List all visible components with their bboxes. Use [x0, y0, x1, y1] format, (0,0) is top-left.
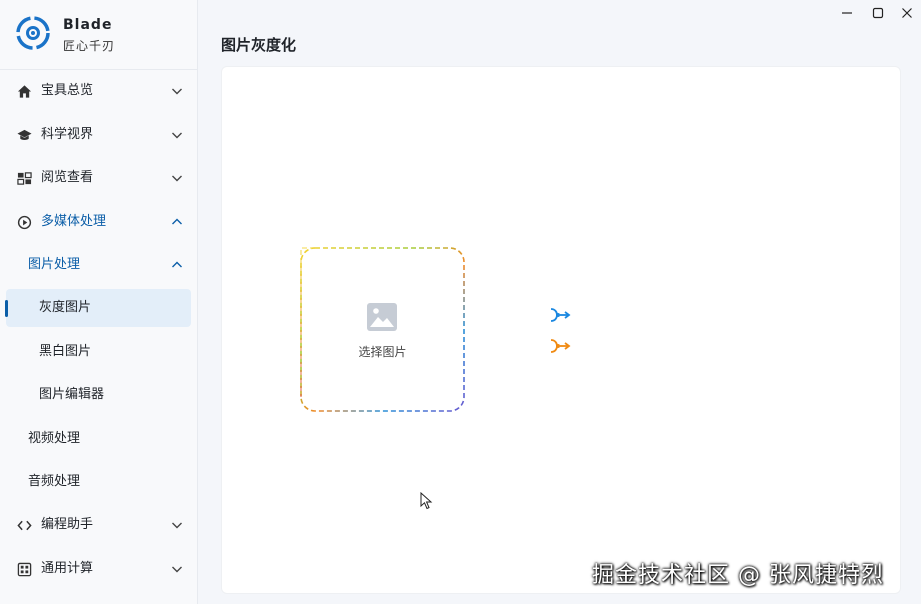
- page-title: 图片灰度化: [221, 36, 297, 54]
- chevron-down-icon: [172, 175, 182, 182]
- sidebar-item-calculation[interactable]: 通用计算: [6, 550, 191, 588]
- chevron-down-icon: [172, 88, 182, 95]
- media-play-icon: [17, 215, 32, 230]
- sidebar-item-image-processing[interactable]: 图片处理: [6, 246, 191, 284]
- image-icon: [367, 303, 397, 331]
- sidebar-item-label: 多媒体处理: [41, 214, 107, 229]
- calculator-icon: [17, 562, 32, 577]
- sidebar-item-black-white[interactable]: 黑白图片: [6, 333, 191, 371]
- sidebar-item-coding[interactable]: 编程助手: [6, 506, 191, 544]
- code-icon: [17, 520, 32, 531]
- select-image-button[interactable]: 选择图片: [300, 247, 465, 412]
- sidebar-item-label: 灰度图片: [39, 300, 92, 315]
- split-arrow-icon[interactable]: [549, 306, 571, 324]
- active-indicator: [5, 300, 8, 317]
- chevron-up-icon: [172, 218, 182, 225]
- app-name: Blade: [63, 17, 113, 33]
- sidebar-item-label: 图片处理: [28, 257, 81, 272]
- grid-view-icon: [17, 172, 32, 185]
- app-window: Blade 匠心千刃 宝具总览 科学视界 阅览查看 多媒体处理 图片处理 灰度图…: [0, 0, 921, 604]
- maximize-icon[interactable]: [870, 5, 886, 21]
- watermark-text: 掘金技术社区 @ 张风捷特烈: [592, 563, 884, 588]
- sidebar-item-label: 图片编辑器: [39, 387, 105, 402]
- chevron-down-icon: [172, 566, 182, 573]
- sidebar-item-audio[interactable]: 音频处理: [6, 463, 191, 501]
- mouse-cursor-icon: [420, 492, 433, 510]
- sidebar-item-overview[interactable]: 宝具总览: [6, 72, 191, 110]
- sidebar-item-label: 黑白图片: [39, 344, 92, 359]
- sidebar-item-science[interactable]: 科学视界: [6, 116, 191, 154]
- minimize-icon[interactable]: [839, 5, 855, 21]
- sidebar-item-video[interactable]: 视频处理: [6, 420, 191, 458]
- sidebar-item-multimedia[interactable]: 多媒体处理: [6, 203, 191, 241]
- sidebar-item-image-editor[interactable]: 图片编辑器: [6, 376, 191, 414]
- brand-header: Blade 匠心千刃: [0, 0, 198, 70]
- sidebar-item-label: 阅览查看: [41, 170, 94, 185]
- sidebar-item-label: 宝具总览: [41, 83, 94, 98]
- chevron-up-icon: [172, 261, 182, 268]
- chevron-down-icon: [172, 132, 182, 139]
- select-image-label: 选择图片: [358, 345, 407, 359]
- graduation-cap-icon: [17, 129, 32, 140]
- home-icon: [17, 85, 32, 98]
- sidebar-item-label: 通用计算: [41, 561, 94, 576]
- sidebar-item-label: 编程助手: [41, 517, 94, 532]
- sidebar-item-grayscale[interactable]: 灰度图片: [5, 289, 191, 327]
- chevron-down-icon: [172, 522, 182, 529]
- sidebar-item-label: 科学视界: [41, 127, 94, 142]
- app-logo-icon: [16, 16, 50, 50]
- app-subtitle: 匠心千刃: [63, 39, 116, 53]
- sidebar-item-browse[interactable]: 阅览查看: [6, 159, 191, 197]
- sidebar-item-label: 音频处理: [28, 474, 81, 489]
- sidebar-item-label: 视频处理: [28, 431, 81, 446]
- sidebar: Blade 匠心千刃 宝具总览 科学视界 阅览查看 多媒体处理 图片处理 灰度图…: [0, 0, 198, 604]
- split-arrow-icon[interactable]: [549, 337, 571, 355]
- close-icon[interactable]: [899, 5, 915, 21]
